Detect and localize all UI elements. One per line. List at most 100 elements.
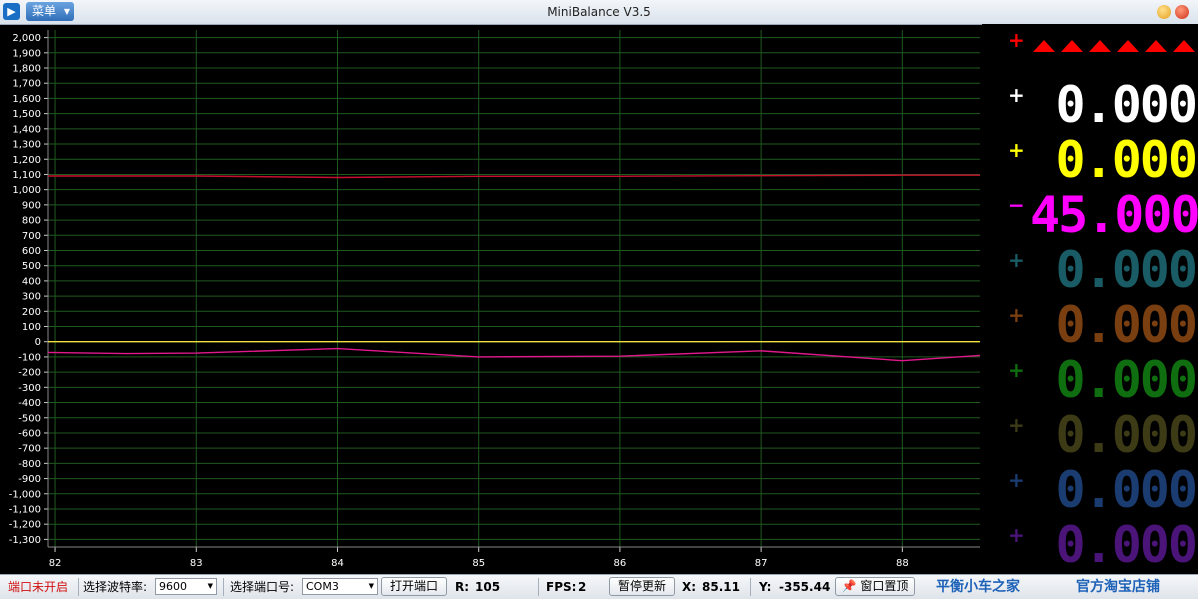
alarm-triangle-icon bbox=[1145, 40, 1167, 52]
chevron-down-icon: ▼ bbox=[207, 582, 213, 590]
channel-sign-3: + bbox=[1008, 138, 1025, 162]
y-tick-label: 700 bbox=[22, 231, 41, 242]
x-axis-ticks: 82 83 84 85 86 87 88 bbox=[48, 546, 980, 569]
x-tick-label: 87 bbox=[755, 558, 768, 569]
channel-value-2: 0.000 bbox=[1055, 76, 1198, 134]
port-value: COM3 bbox=[306, 580, 339, 593]
divider bbox=[538, 578, 539, 596]
alarm-triangle-icon bbox=[1117, 40, 1139, 52]
channel-value-9: 0.000 bbox=[1055, 461, 1198, 519]
menu-label: 菜单 bbox=[32, 4, 57, 18]
y-tick-label: 2,000 bbox=[12, 33, 41, 44]
y-tick-label: 0 bbox=[35, 337, 41, 348]
waveform-chart[interactable]: 2,000 1,900 1,800 1,700 1,600 1,500 1,400 1,300… bbox=[0, 24, 982, 574]
plot-area bbox=[48, 30, 980, 547]
r-label: R: bbox=[455, 580, 470, 594]
channel-sign-7: + bbox=[1008, 358, 1025, 382]
y-tick-label: -1,300 bbox=[9, 535, 41, 546]
y-tick-label: 1,100 bbox=[12, 170, 41, 181]
y-tick-label: -400 bbox=[18, 398, 41, 409]
alarm-triangle-icon bbox=[1033, 40, 1055, 52]
divider bbox=[750, 578, 751, 596]
y-tick-label: 100 bbox=[22, 322, 41, 333]
y-tick-label: 1,900 bbox=[12, 48, 41, 59]
x-label: X: bbox=[682, 580, 697, 594]
y-tick-label: 1,200 bbox=[12, 155, 41, 166]
y-tick-label: -1,000 bbox=[9, 489, 41, 500]
close-button[interactable] bbox=[1175, 5, 1189, 19]
y-tick-label: 300 bbox=[22, 292, 41, 303]
home-link[interactable]: 平衡小车之家 bbox=[936, 575, 1020, 599]
channel-value-3: 0.000 bbox=[1055, 131, 1198, 189]
alarm-triangle-icon bbox=[1089, 40, 1111, 52]
y-tick-label: 1,600 bbox=[12, 94, 41, 105]
divider bbox=[78, 578, 79, 596]
open-port-button[interactable]: 打开端口 bbox=[381, 577, 447, 596]
port-status-text: 端口未开启 bbox=[8, 580, 69, 594]
x-tick-label: 88 bbox=[896, 558, 909, 569]
chevron-down-icon: ▼ bbox=[63, 7, 70, 16]
x-tick-label: 84 bbox=[331, 558, 344, 569]
menu-button[interactable]: 菜单 ▼ bbox=[26, 2, 74, 21]
channel-value-4: 45.000 bbox=[1030, 186, 1198, 244]
alarm-triangle-icon bbox=[1061, 40, 1083, 52]
port-label: 选择端口号: bbox=[230, 580, 295, 594]
channel-sign-6: + bbox=[1008, 303, 1025, 327]
y-axis-ticks: 2,000 1,900 1,800 1,700 1,600 1,500 1,400 1,300… bbox=[9, 30, 49, 547]
y-tick-label: -900 bbox=[18, 474, 41, 485]
chart-grid bbox=[48, 30, 980, 547]
channel-value-10: 0.000 bbox=[1055, 516, 1198, 574]
y-tick-label: 900 bbox=[22, 200, 41, 211]
baud-label: 选择波特率: bbox=[83, 580, 148, 594]
y-tick-label: 1,300 bbox=[12, 140, 41, 151]
channel-sign-5: + bbox=[1008, 248, 1025, 272]
x-value: 85.11 bbox=[702, 580, 740, 594]
y-tick-label: -1,100 bbox=[9, 504, 41, 515]
r-value: 105 bbox=[475, 580, 501, 594]
y-tick-label: 200 bbox=[22, 307, 41, 318]
y-tick-label: 400 bbox=[22, 276, 41, 287]
y-tick-label: -100 bbox=[18, 352, 41, 363]
channel-sign-2: + bbox=[1008, 83, 1025, 107]
channel-sign-10: + bbox=[1008, 523, 1025, 547]
pause-update-button[interactable]: 暂停更新 bbox=[609, 577, 675, 596]
channel-sign-4: − bbox=[1008, 193, 1025, 217]
y-tick-label: -600 bbox=[18, 428, 41, 439]
baud-select[interactable]: 9600 ▼ bbox=[155, 578, 217, 595]
y-tick-label: 1,500 bbox=[12, 109, 41, 120]
window-title: MiniBalance V3.5 bbox=[547, 5, 651, 19]
x-tick-label: 82 bbox=[49, 558, 62, 569]
status-bar: 端口未开启 选择波特率: 9600 ▼ 选择端口号: COM3 ▼ 打开端口 R: … bbox=[0, 574, 1198, 599]
channel-sign-9: + bbox=[1008, 468, 1025, 492]
y-tick-label: -500 bbox=[18, 413, 41, 424]
channel-value-5: 0.000 bbox=[1055, 241, 1198, 299]
minimize-button[interactable] bbox=[1157, 5, 1171, 19]
channel-value-6: 0.000 bbox=[1055, 296, 1198, 354]
alarm-triangle-icon bbox=[1173, 40, 1195, 52]
pin-icon: 📌 bbox=[841, 579, 857, 593]
divider bbox=[223, 578, 224, 596]
y-tick-label: -200 bbox=[18, 368, 41, 379]
y-value: -355.44 bbox=[779, 580, 831, 594]
x-tick-label: 86 bbox=[614, 558, 627, 569]
y-tick-label: 1,800 bbox=[12, 64, 41, 75]
pin-window-label: 窗口置顶 bbox=[860, 579, 909, 593]
port-select[interactable]: COM3 ▼ bbox=[302, 578, 378, 595]
title-bar: ▶ 菜单 ▼ MiniBalance V3.5 bbox=[0, 0, 1198, 25]
y-tick-label: 600 bbox=[22, 246, 41, 257]
y-tick-label: 1,000 bbox=[12, 185, 41, 196]
y-tick-label: -1,200 bbox=[9, 520, 41, 531]
channel-value-7: 0.000 bbox=[1055, 351, 1198, 409]
x-tick-label: 83 bbox=[190, 558, 203, 569]
pin-window-button[interactable]: 📌 窗口置顶 bbox=[835, 577, 915, 596]
app-icon[interactable]: ▶ bbox=[3, 3, 20, 20]
shop-link[interactable]: 官方淘宝店铺 bbox=[1076, 575, 1160, 599]
y-tick-label: -300 bbox=[18, 383, 41, 394]
chevron-down-icon: ▼ bbox=[368, 582, 374, 590]
fps-label: FPS: bbox=[546, 580, 577, 594]
channel-value-8: 0.000 bbox=[1055, 406, 1198, 464]
y-tick-label: 1,400 bbox=[12, 124, 41, 135]
channel-sign-1: + bbox=[1008, 28, 1025, 52]
x-tick-label: 85 bbox=[472, 558, 485, 569]
baud-value: 9600 bbox=[159, 580, 187, 593]
